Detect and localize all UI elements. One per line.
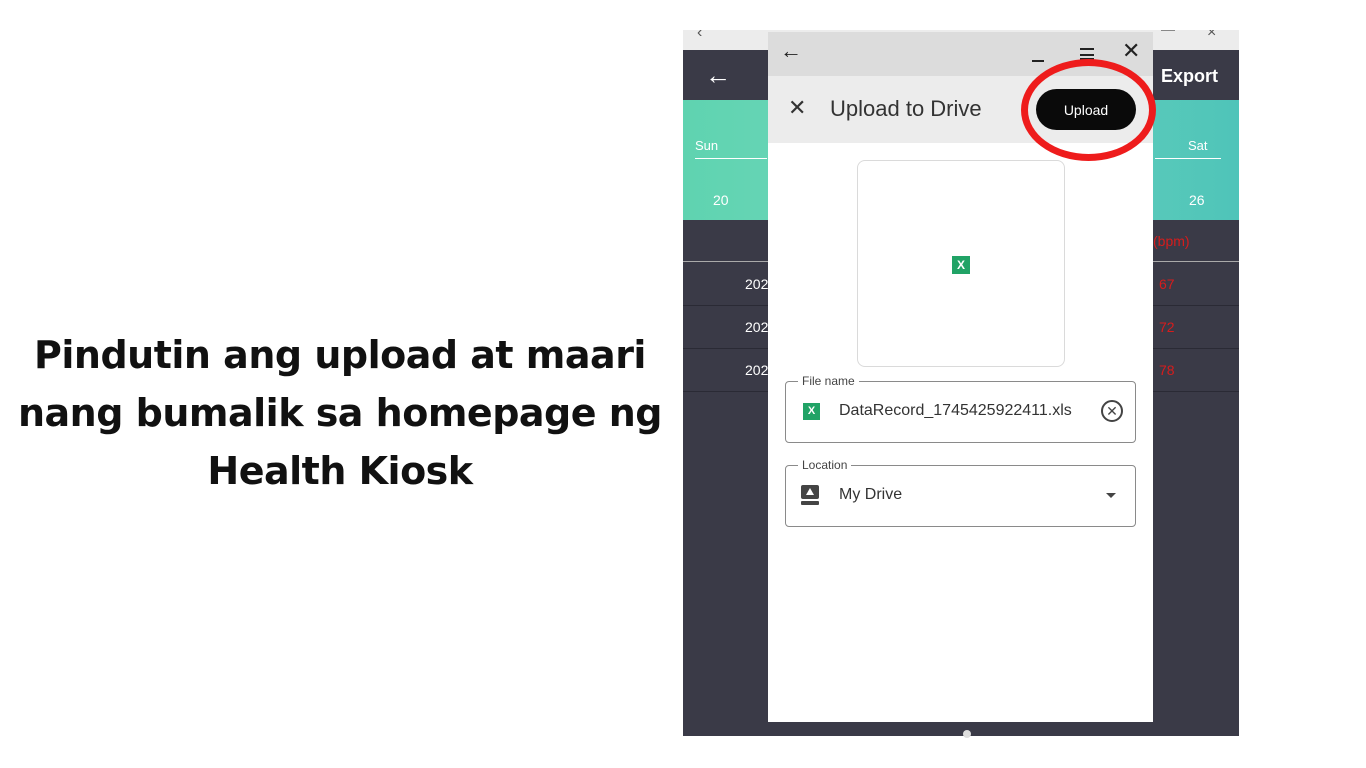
excel-file-icon: X bbox=[803, 403, 820, 420]
window-back-icon[interactable]: ← bbox=[780, 38, 802, 64]
app-strip-close-icon: × bbox=[1207, 30, 1217, 41]
upload-highlight-circle bbox=[1021, 59, 1156, 161]
dropdown-arrow-icon[interactable] bbox=[1106, 493, 1116, 498]
file-name-label: File name bbox=[798, 374, 859, 388]
app-back-arrow-icon[interactable]: ← bbox=[705, 60, 731, 90]
window-close-icon[interactable]: ✕ bbox=[1122, 38, 1140, 64]
row-bpm-value: 67 bbox=[1159, 276, 1175, 292]
calendar-day-sun: Sun bbox=[695, 138, 719, 153]
dialog-close-icon[interactable]: ✕ bbox=[788, 95, 806, 121]
row-bpm-value: 78 bbox=[1159, 362, 1175, 378]
excel-file-icon: X bbox=[952, 256, 970, 274]
file-preview: X bbox=[857, 160, 1065, 367]
dialog-title: Upload to Drive bbox=[830, 96, 982, 121]
location-select[interactable]: Location My Drive bbox=[785, 458, 1136, 527]
calendar-date-first[interactable]: 20 bbox=[713, 192, 729, 208]
scroll-indicator-dot bbox=[963, 730, 971, 738]
row-date: 202 bbox=[745, 362, 769, 378]
calendar-date-last[interactable]: 26 bbox=[1189, 192, 1205, 208]
calendar-divider-left bbox=[695, 158, 767, 159]
row-date: 202 bbox=[745, 319, 769, 335]
location-value: My Drive bbox=[839, 486, 903, 503]
window-minimize-icon[interactable] bbox=[1032, 60, 1044, 62]
bpm-column-label: (bpm) bbox=[1153, 233, 1190, 249]
row-date: 202 bbox=[745, 276, 769, 292]
app-strip-minimize-icon bbox=[1161, 30, 1175, 31]
location-label: Location bbox=[798, 458, 852, 472]
calendar-day-sat: Sat bbox=[1188, 138, 1208, 153]
file-name-field[interactable]: File name X DataRecord_1745425922411.xls… bbox=[785, 374, 1136, 443]
row-bpm-value: 72 bbox=[1159, 319, 1175, 335]
app-strip-back-icon: ‹ bbox=[697, 30, 703, 41]
instruction-caption: Pindutin ang upload at maari nang bumali… bbox=[17, 333, 663, 493]
file-name-value[interactable]: DataRecord_1745425922411.xls bbox=[839, 402, 1072, 420]
export-button[interactable]: Export bbox=[1161, 66, 1218, 87]
clear-circle-icon[interactable]: ✕ bbox=[1101, 400, 1123, 422]
drive-icon bbox=[801, 485, 819, 505]
calendar-divider-right bbox=[1155, 158, 1221, 159]
